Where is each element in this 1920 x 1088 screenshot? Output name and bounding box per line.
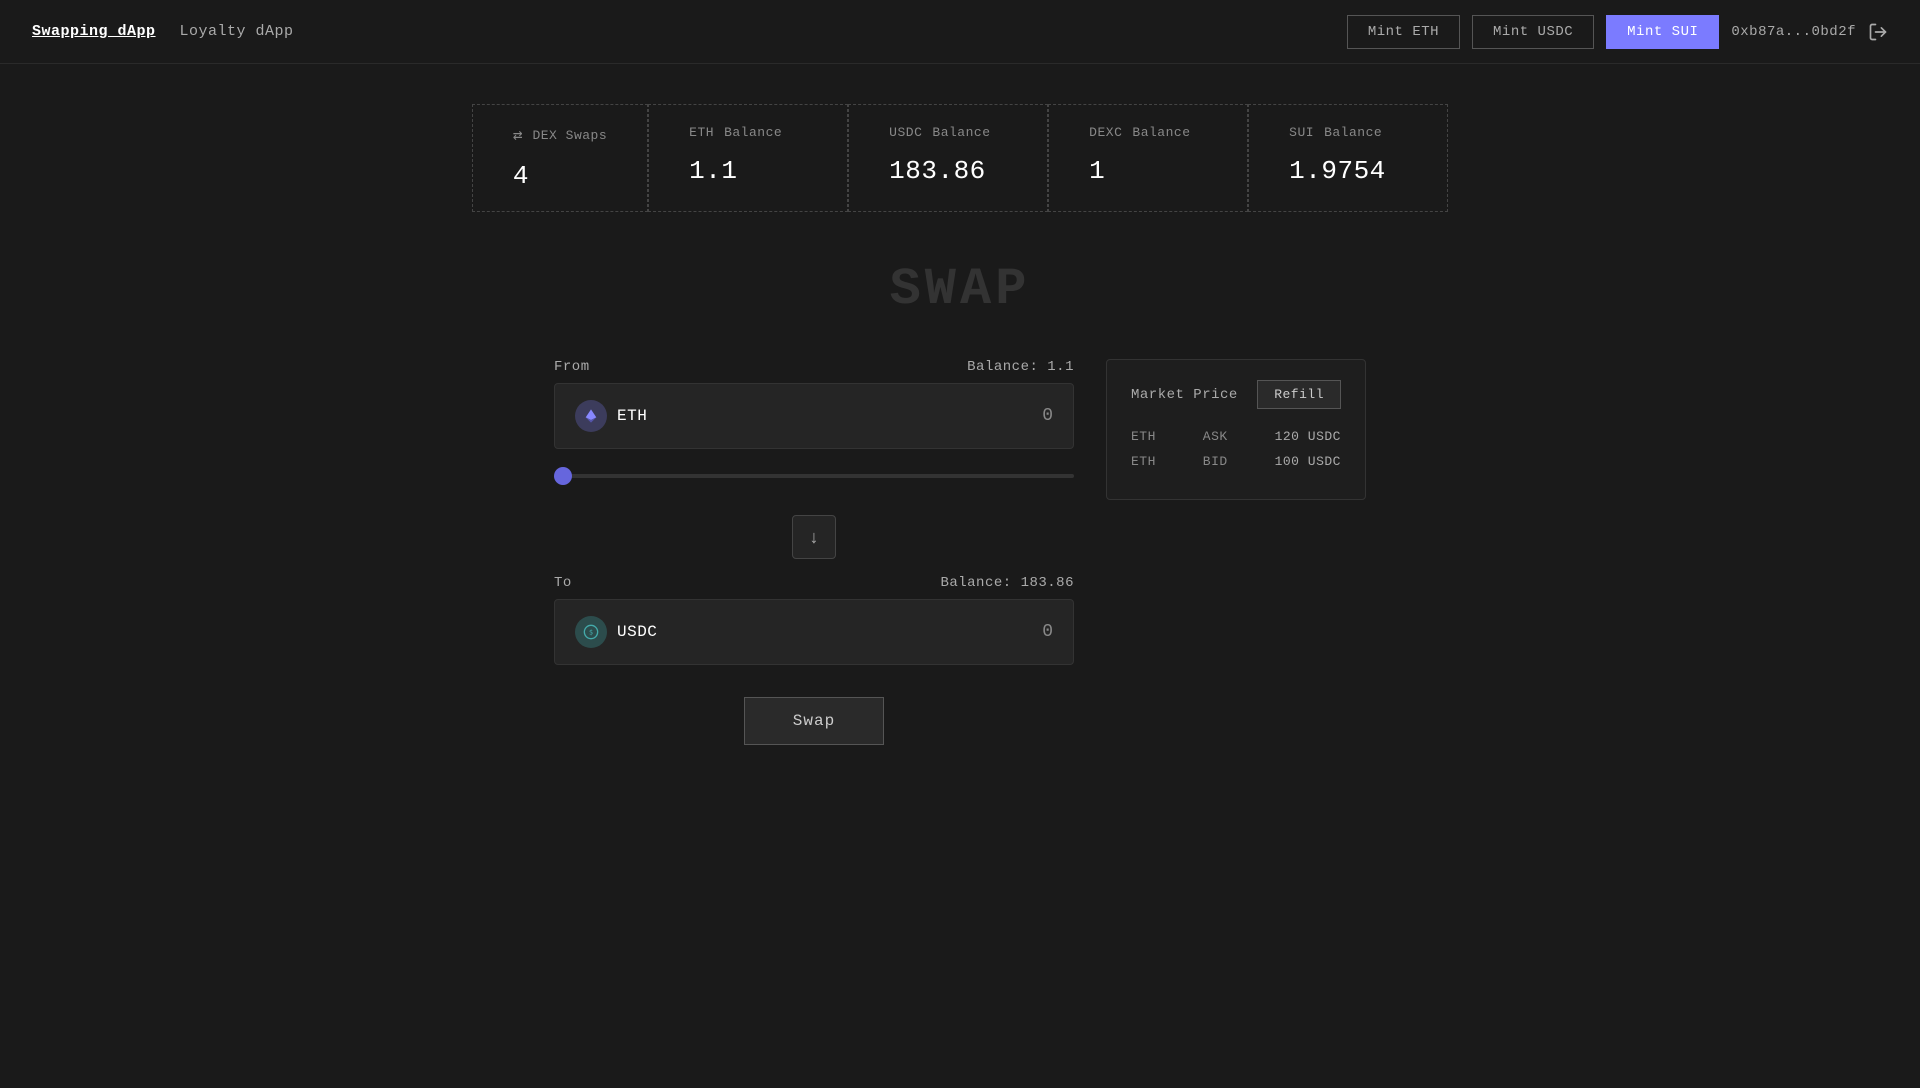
market-panel-header: Market Price Refill [1131, 380, 1341, 409]
market-ask-price: 120 USDC [1275, 429, 1341, 444]
logout-icon [1868, 22, 1888, 42]
down-arrow-icon: ↓ [810, 527, 819, 548]
eth-icon [575, 400, 607, 432]
svg-text:$: $ [589, 629, 593, 637]
dex-swaps-label: DEX Swaps [532, 128, 607, 143]
to-label: To [554, 575, 572, 591]
usdc-icon: $ [575, 616, 607, 648]
swap-direction-container: ↓ [554, 515, 1074, 559]
sui-balance-label: Balance [1324, 125, 1382, 140]
mint-eth-button[interactable]: Mint ETH [1347, 15, 1460, 49]
to-token-name: USDC [617, 623, 657, 641]
header: Swapping dApp Loyalty dApp Mint ETH Mint… [0, 0, 1920, 64]
to-token-box[interactable]: $ USDC 0 [554, 599, 1074, 665]
market-ask-type: ASK [1203, 429, 1239, 444]
to-token-amount: 0 [1042, 622, 1053, 642]
eth-balance-value: 1.1 [689, 156, 807, 186]
from-label: From [554, 359, 590, 375]
sui-token-label: SUI [1289, 125, 1314, 140]
logout-button[interactable] [1868, 22, 1888, 42]
usdc-balance-label: Balance [932, 125, 990, 140]
dexc-balance-value: 1 [1089, 156, 1207, 186]
market-price-title: Market Price [1131, 387, 1238, 403]
eth-token-label: ETH [689, 125, 714, 140]
dexc-balance-label: Balance [1132, 125, 1190, 140]
sui-balance-value: 1.9754 [1289, 156, 1407, 186]
market-ask-token: ETH [1131, 429, 1167, 444]
nav-loyalty-dapp[interactable]: Loyalty dApp [180, 23, 294, 40]
market-bid-type: BID [1203, 454, 1239, 469]
swap-button[interactable]: Swap [744, 697, 884, 745]
mint-usdc-button[interactable]: Mint USDC [1472, 15, 1594, 49]
stat-sui-balance: SUI Balance 1.9754 [1248, 104, 1448, 212]
stat-dex-swaps: ⇄ DEX Swaps 4 [472, 104, 648, 212]
eth-balance-label: Balance [724, 125, 782, 140]
swap-arrows-icon: ⇄ [513, 125, 523, 145]
to-token-left: $ USDC [575, 616, 657, 648]
swap-slider-container [554, 465, 1074, 483]
swap-container: From Balance: 1.1 ETH 0 [554, 359, 1366, 745]
dexc-token-label: DEXC [1089, 125, 1122, 140]
nav-swapping-dapp[interactable]: Swapping dApp [32, 23, 156, 40]
market-ask-row: ETH ASK 120 USDC [1131, 429, 1341, 444]
to-field-header: To Balance: 183.86 [554, 575, 1074, 591]
stat-usdc-balance: USDC Balance 183.86 [848, 104, 1048, 212]
market-bid-row: ETH BID 100 USDC [1131, 454, 1341, 469]
swap-title: SWAP [890, 260, 1031, 319]
to-balance: Balance: 183.86 [940, 575, 1074, 591]
stat-dexc-balance: DEXC Balance 1 [1048, 104, 1248, 212]
main-nav: Swapping dApp Loyalty dApp [32, 23, 1347, 40]
market-bid-price: 100 USDC [1275, 454, 1341, 469]
from-token-name: ETH [617, 407, 647, 425]
header-actions: Mint ETH Mint USDC Mint SUI 0xb87a...0bd… [1347, 15, 1888, 49]
dex-swaps-value: 4 [513, 161, 607, 191]
from-token-left: ETH [575, 400, 647, 432]
market-price-panel: Market Price Refill ETH ASK 120 USDC ETH… [1106, 359, 1366, 500]
wallet-address: 0xb87a...0bd2f [1731, 24, 1856, 40]
usdc-balance-value: 183.86 [889, 156, 1007, 186]
stat-eth-balance: ETH Balance 1.1 [648, 104, 848, 212]
stats-row: ⇄ DEX Swaps 4 ETH Balance 1.1 USDC Balan… [472, 104, 1448, 212]
mint-sui-button[interactable]: Mint SUI [1606, 15, 1719, 49]
from-field-header: From Balance: 1.1 [554, 359, 1074, 375]
swap-slider[interactable] [554, 474, 1074, 478]
swap-form: From Balance: 1.1 ETH 0 [554, 359, 1074, 745]
from-token-box[interactable]: ETH 0 [554, 383, 1074, 449]
main-content: ⇄ DEX Swaps 4 ETH Balance 1.1 USDC Balan… [0, 64, 1920, 785]
usdc-token-label: USDC [889, 125, 922, 140]
from-balance: Balance: 1.1 [967, 359, 1074, 375]
swap-direction-button[interactable]: ↓ [792, 515, 836, 559]
from-token-amount: 0 [1042, 406, 1053, 426]
market-bid-token: ETH [1131, 454, 1167, 469]
refill-button[interactable]: Refill [1257, 380, 1341, 409]
